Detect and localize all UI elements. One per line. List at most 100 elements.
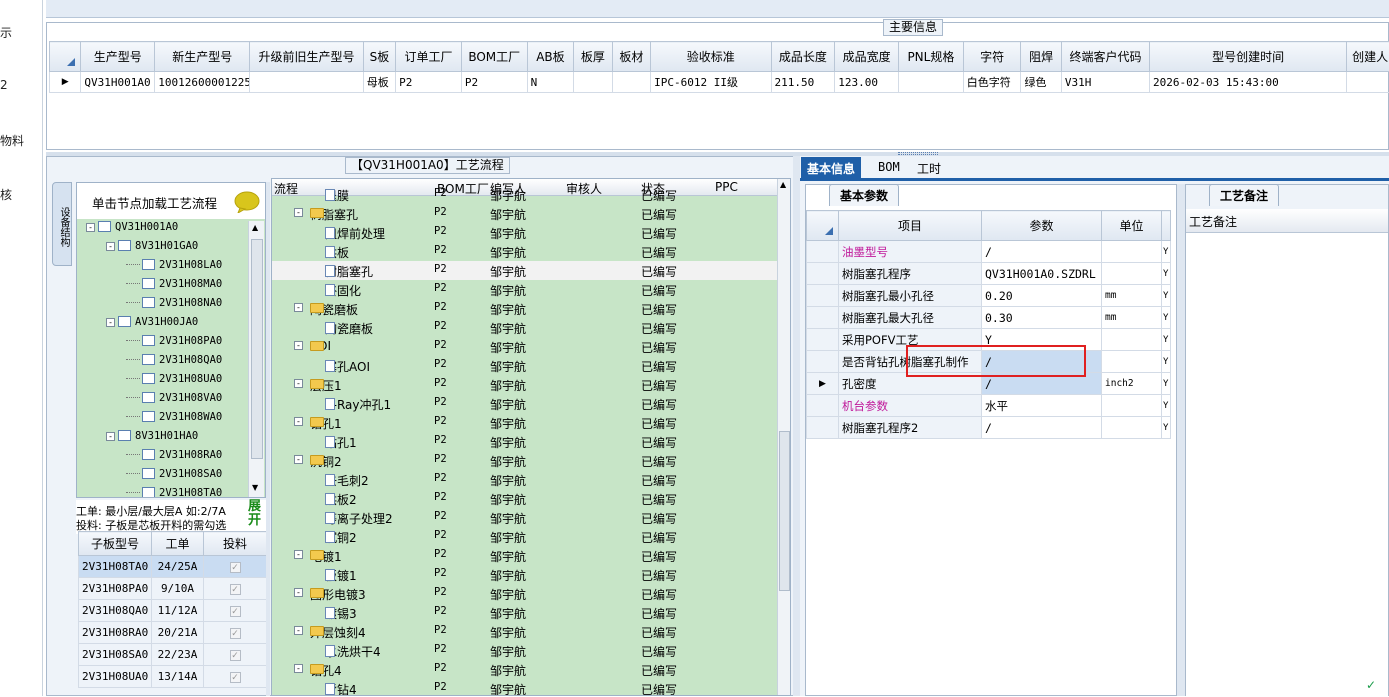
tab-basic-info[interactable]: 基本信息 bbox=[801, 157, 861, 178]
flow-row[interactable]: 烘板P2邹宇航已编写 bbox=[272, 242, 777, 261]
sub-board-row[interactable]: 2V31H08QA011/12A✓ bbox=[79, 600, 267, 622]
collapse-icon[interactable]: - bbox=[106, 432, 115, 441]
param-value[interactable]: 0.30 bbox=[982, 307, 1102, 329]
param-value[interactable]: 水平 bbox=[982, 395, 1102, 417]
main-col-header[interactable]: PNL规格 bbox=[899, 42, 964, 72]
flow-row[interactable]: 水洗烘干4P2邹宇航已编写 bbox=[272, 641, 777, 660]
collapse-icon[interactable]: - bbox=[294, 550, 303, 559]
side-tab-structure[interactable]: 设备结构 bbox=[52, 182, 72, 266]
main-col-header[interactable]: 升级前旧生产型号 bbox=[250, 42, 363, 72]
splitter-vertical[interactable] bbox=[266, 182, 270, 696]
tree-node[interactable]: 2V31H08QA0 bbox=[126, 354, 222, 366]
tree-node[interactable]: 2V31H08LA0 bbox=[126, 259, 222, 271]
tree-node[interactable]: 2V31H08UA0 bbox=[126, 373, 222, 385]
sub-board-row[interactable]: 2V31H08UA013/14A✓ bbox=[79, 666, 267, 688]
main-cell[interactable]: 2026-02-03 15:43:00 bbox=[1149, 72, 1346, 93]
sub-board-model[interactable]: 2V31H08UA0 bbox=[79, 666, 152, 688]
main-col-header[interactable]: 成品长度 bbox=[771, 42, 835, 72]
param-value[interactable]: QV31H001A0.SZDRL bbox=[982, 263, 1102, 285]
main-cell[interactable]: 10012600001225 bbox=[155, 72, 250, 93]
chat-bubble-icon[interactable] bbox=[234, 191, 260, 213]
scroll-up-icon[interactable]: ▲ bbox=[252, 223, 258, 232]
main-col-header[interactable]: 创建人 bbox=[1347, 42, 1389, 72]
param-row[interactable]: 树脂塞孔最小孔径0.20mmY bbox=[807, 285, 1171, 307]
feed-checkbox[interactable]: ✓ bbox=[204, 666, 267, 688]
splitter-vertical[interactable] bbox=[793, 156, 800, 696]
tab-bom[interactable]: BOM bbox=[872, 157, 906, 178]
main-col-header[interactable]: 型号创建时间 bbox=[1149, 42, 1346, 72]
flow-row[interactable]: 镀锡3P2邹宇航已编写 bbox=[272, 603, 777, 622]
tree-node[interactable]: 2V31H08NA0 bbox=[126, 297, 222, 309]
tree-node[interactable]: 2V31H08RA0 bbox=[126, 449, 222, 461]
main-cell[interactable]: N bbox=[527, 72, 574, 93]
flow-row[interactable]: 板镀1P2邹宇航已编写 bbox=[272, 565, 777, 584]
sub-col-header[interactable]: 投料 bbox=[204, 532, 267, 556]
main-col-header[interactable]: 板厚 bbox=[574, 42, 612, 72]
collapse-icon[interactable]: - bbox=[86, 223, 95, 232]
feed-checkbox[interactable]: ✓ bbox=[204, 578, 267, 600]
collapse-icon[interactable]: - bbox=[294, 588, 303, 597]
flow-row[interactable]: 退膜P2邹宇航已编写 bbox=[272, 185, 777, 204]
flow-row[interactable]: 沉铜2-P2邹宇航已编写 bbox=[272, 451, 777, 470]
feed-checkbox[interactable]: ✓ bbox=[204, 600, 267, 622]
sub-board-row[interactable]: 2V31H08SA022/23A✓ bbox=[79, 644, 267, 666]
main-cell[interactable] bbox=[899, 72, 964, 93]
sub-board-row[interactable]: 2V31H08RA020/21A✓ bbox=[79, 622, 267, 644]
sub-board-row[interactable]: 2V31H08TA024/25A✓ bbox=[79, 556, 267, 578]
tab-basic-params[interactable]: 基本参数 bbox=[829, 184, 899, 206]
nav-item[interactable]: 示 bbox=[0, 24, 12, 41]
collapse-icon[interactable]: - bbox=[294, 417, 303, 426]
tree-node[interactable]: -8V31H01HA0 bbox=[106, 430, 198, 442]
collapse-icon[interactable]: - bbox=[294, 303, 303, 312]
main-col-header[interactable]: 订单工厂 bbox=[396, 42, 462, 72]
collapse-icon[interactable]: - bbox=[294, 341, 303, 350]
feed-checkbox[interactable]: ✓ bbox=[204, 644, 267, 666]
ime-icon[interactable]: ✓ bbox=[1366, 678, 1380, 692]
main-cell[interactable]: V31H bbox=[1061, 72, 1149, 93]
param-value[interactable]: / bbox=[982, 417, 1102, 439]
main-cell[interactable]: 母板 bbox=[363, 72, 395, 93]
param-value[interactable]: 0.20 bbox=[982, 285, 1102, 307]
main-col-header[interactable]: S板 bbox=[363, 42, 395, 72]
flow-row[interactable]: 阻焊前处理P2邹宇航已编写 bbox=[272, 223, 777, 242]
main-col-header[interactable]: 板材 bbox=[612, 42, 650, 72]
sub-board-model[interactable]: 2V31H08SA0 bbox=[79, 644, 152, 666]
tree-node[interactable]: 2V31H08WA0 bbox=[126, 411, 222, 423]
flow-row[interactable]: 外层蚀刻4-P2邹宇航已编写 bbox=[272, 622, 777, 641]
tree-node[interactable]: 2V31H08VA0 bbox=[126, 392, 222, 404]
sub-board-row[interactable]: 2V31H08PA09/10A✓ bbox=[79, 578, 267, 600]
flow-row[interactable]: 图形电镀3-P2邹宇航已编写 bbox=[272, 584, 777, 603]
flow-row[interactable]: 等离子处理2P2邹宇航已编写 bbox=[272, 508, 777, 527]
main-col-header[interactable]: 字符 bbox=[963, 42, 1021, 72]
sub-board-model[interactable]: 2V31H08RA0 bbox=[79, 622, 152, 644]
main-cell[interactable]: 白色字符 bbox=[963, 72, 1021, 93]
param-row[interactable]: 树脂塞孔最大孔径0.30mmY bbox=[807, 307, 1171, 329]
main-col-header[interactable]: 阻焊 bbox=[1021, 42, 1061, 72]
feed-checkbox[interactable]: ✓ bbox=[204, 622, 267, 644]
work-order[interactable]: 9/10A bbox=[152, 578, 204, 600]
work-order[interactable]: 13/14A bbox=[152, 666, 204, 688]
sub-board-model[interactable]: 2V31H08TA0 bbox=[79, 556, 152, 578]
main-cell[interactable]: IPC-6012 II级 bbox=[651, 72, 771, 93]
splitter-vertical[interactable] bbox=[1177, 184, 1185, 696]
param-value[interactable]: / bbox=[982, 241, 1102, 263]
flow-row[interactable]: 层压1-P2邹宇航已编写 bbox=[272, 375, 777, 394]
param-row[interactable]: 机台参数水平Y bbox=[807, 395, 1171, 417]
main-col-header[interactable]: AB板 bbox=[527, 42, 574, 72]
tree-node[interactable]: -8V31H01GA0 bbox=[106, 240, 198, 252]
flow-row[interactable]: 终固化P2邹宇航已编写 bbox=[272, 280, 777, 299]
nav-item[interactable]: 2 bbox=[0, 78, 8, 92]
flow-row[interactable]: 烘板2P2邹宇航已编写 bbox=[272, 489, 777, 508]
sub-col-header[interactable]: 工单 bbox=[152, 532, 204, 556]
flow-row[interactable]: 树脂塞孔P2邹宇航已编写 bbox=[272, 261, 777, 280]
main-cell[interactable] bbox=[250, 72, 363, 93]
main-cell[interactable] bbox=[1347, 72, 1389, 93]
expand-button[interactable]: 展开 bbox=[248, 500, 264, 528]
flow-row[interactable]: 沉铜2P2邹宇航已编写 bbox=[272, 527, 777, 546]
main-col-header[interactable]: 验收标准 bbox=[651, 42, 771, 72]
collapse-icon[interactable]: - bbox=[294, 626, 303, 635]
tab-process-notes[interactable]: 工艺备注 bbox=[1209, 184, 1279, 206]
nav-item[interactable]: 物料 bbox=[0, 132, 24, 149]
flow-row[interactable]: 陶瓷磨板P2邹宇航已编写 bbox=[272, 318, 777, 337]
scroll-down-icon[interactable]: ▼ bbox=[252, 483, 258, 492]
